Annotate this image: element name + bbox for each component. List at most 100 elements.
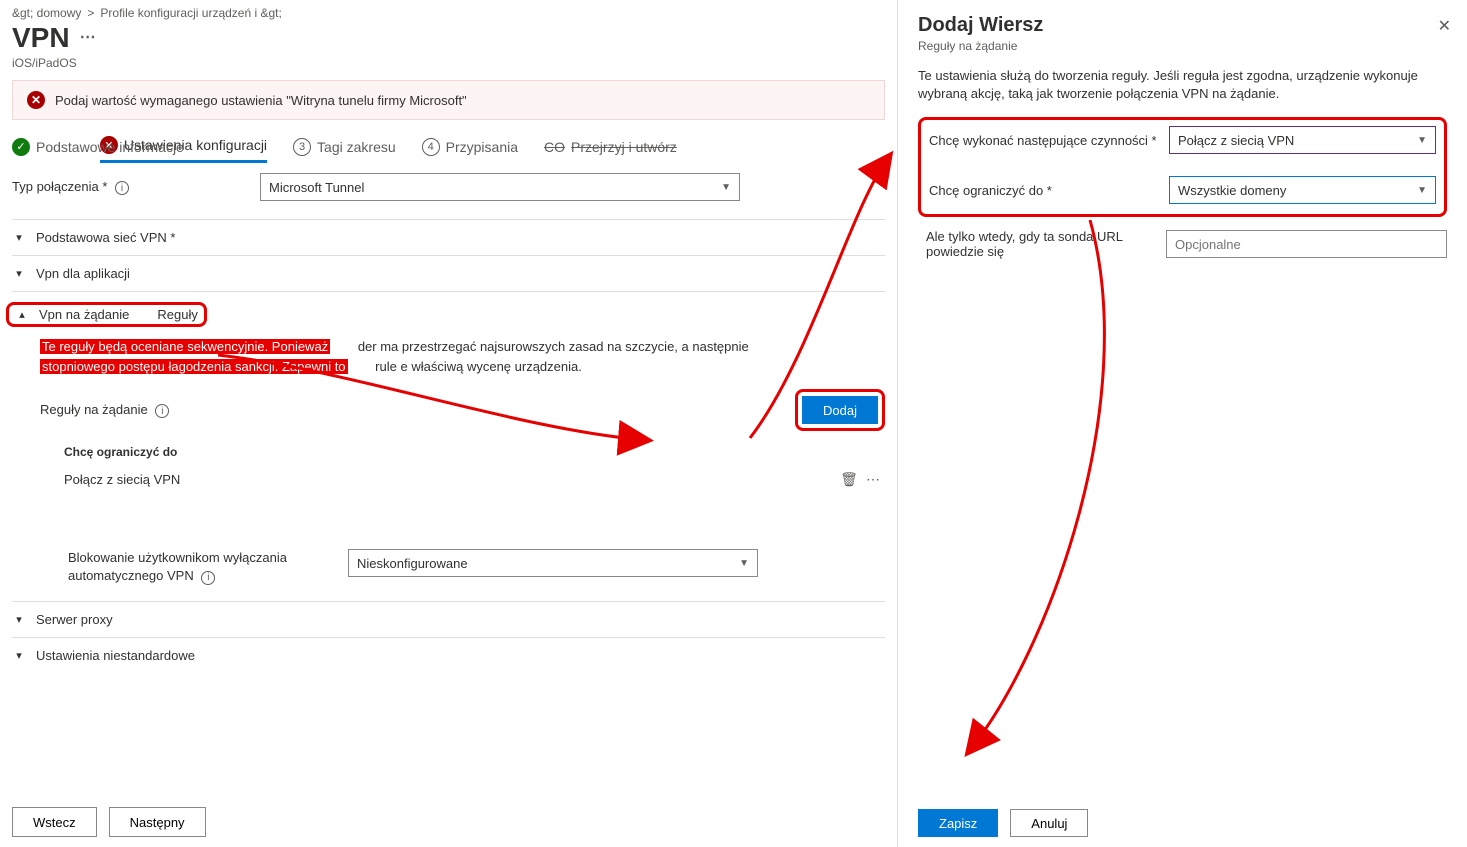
rule-row[interactable]: Połącz z siecią VPN 🗑 ⋯ <box>40 465 885 493</box>
block-auto-vpn-value: Nieskonfigurowane <box>357 556 468 571</box>
rule-column-header-text: Chcę ograniczyć do <box>64 445 177 459</box>
rule-list: Chcę ograniczyć do Połącz z siecią VPN 🗑… <box>40 439 885 493</box>
on-demand-desc-mid1: der ma <box>358 339 398 354</box>
main-panel: &gt; domowy > Profile konfiguracji urząd… <box>0 0 897 847</box>
rule-column-header: Chcę ograniczyć do <box>40 439 885 465</box>
step-4-label: Przypisania <box>446 139 518 155</box>
save-button[interactable]: Zapisz <box>918 809 998 837</box>
section-proxy: ▾ Serwer proxy <box>12 601 885 637</box>
on-demand-desc-hl1: Te reguły będą oceniane sekwencyjnie. Po… <box>40 339 330 354</box>
side-row-restrict: Chcę ograniczyć do * Wszystkie domeny ▼ <box>929 176 1436 204</box>
rule-row-actions: 🗑 ⋯ <box>841 471 881 487</box>
next-button[interactable]: Następny <box>109 807 206 837</box>
trash-icon[interactable]: 🗑 <box>841 471 857 487</box>
chevron-down-icon: ▾ <box>12 613 26 626</box>
side-row-action-select[interactable]: Połącz z siecią VPN ▼ <box>1169 126 1436 154</box>
section-base-vpn-label: Podstawowa sieć VPN * <box>36 230 175 245</box>
step-1-label: Podstawowe informacje <box>36 139 184 155</box>
on-demand-rules-row: Reguły na żądanie i Dodaj <box>40 389 885 431</box>
on-demand-rules-label-wrap: Reguły na żądanie i <box>40 402 169 419</box>
side-row-restrict-label: Chcę ograniczyć do * <box>929 183 1159 198</box>
section-on-demand-rules-label: Reguły <box>157 307 197 322</box>
chevron-down-icon: ▼ <box>721 182 731 193</box>
error-icon: ✕ <box>27 91 45 109</box>
side-row-url-label: Ale tylko wtedy, gdy ta sonda URL powied… <box>926 229 1156 259</box>
section-on-demand-label: Vpn na żądanie <box>39 307 129 322</box>
section-per-app-head[interactable]: ▾ Vpn dla aplikacji <box>12 266 885 281</box>
step-3-num: 3 <box>293 138 311 156</box>
section-base-vpn: ▾ Podstawowa sieć VPN * <box>12 219 885 255</box>
side-row-url-input[interactable] <box>1166 230 1447 258</box>
block-auto-vpn-label-text: Blokowanie użytkownikom wyłączania autom… <box>68 550 287 583</box>
chevron-down-icon: ▾ <box>12 649 26 662</box>
block-auto-vpn-row: Blokowanie użytkownikom wyłączania autom… <box>40 543 885 591</box>
on-demand-highlight: ▴ Vpn na żądanie Reguły <box>6 302 207 327</box>
side-row-action: Chcę wykonać następujące czynności * Poł… <box>929 126 1436 154</box>
step-4-num: 4 <box>422 138 440 156</box>
chevron-down-icon: ▾ <box>12 267 26 280</box>
side-panel: ✕ Dodaj Wiersz Reguły na żądanie Te usta… <box>897 0 1467 847</box>
step-3[interactable]: 3 Tagi zakresu <box>293 138 396 156</box>
wizard-steps: ✓ Podstawowe informacje ✕ Ustawienia kon… <box>12 136 885 157</box>
side-row-url: Ale tylko wtedy, gdy ta sonda URL powied… <box>918 229 1447 259</box>
chevron-down-icon: ▼ <box>739 558 749 569</box>
side-row-restrict-value: Wszystkie domeny <box>1178 183 1286 198</box>
step-4[interactable]: 4 Przypisania <box>422 138 518 156</box>
section-on-demand-head[interactable]: ▴ Vpn na żądanie Reguły <box>12 302 885 327</box>
on-demand-desc-p2: właściwą wycenę urządzenia. <box>411 359 582 374</box>
section-custom-head[interactable]: ▾ Ustawienia niestandardowe <box>12 648 885 663</box>
side-row-restrict-select[interactable]: Wszystkie domeny ▼ <box>1169 176 1436 204</box>
connection-type-row: Typ połączenia * i Microsoft Tunnel ▼ <box>12 173 885 201</box>
on-demand-desc-p1: przestrzegać najsurowszych zasad na szcz… <box>402 339 749 354</box>
cancel-button[interactable]: Anuluj <box>1010 809 1088 837</box>
breadcrumb-sep: > <box>87 6 94 20</box>
chevron-up-icon: ▴ <box>15 308 29 321</box>
on-demand-desc-mid2: rule e <box>375 359 408 374</box>
add-button-highlight: Dodaj <box>795 389 885 431</box>
section-per-app-label: Vpn dla aplikacji <box>36 266 130 281</box>
section-proxy-head[interactable]: ▾ Serwer proxy <box>12 612 885 627</box>
breadcrumb-profiles[interactable]: Profile konfiguracji urządzeń i &gt; <box>100 6 281 20</box>
side-panel-desc: Te ustawienia służą do tworzenia reguły.… <box>918 67 1447 103</box>
side-panel-subtitle: Reguły na żądanie <box>918 39 1447 53</box>
on-demand-rules-label: Reguły na żądanie <box>40 402 148 417</box>
connection-type-label-text: Typ połączenia * <box>12 179 107 194</box>
more-icon[interactable]: ⋯ <box>80 30 96 46</box>
section-per-app: ▾ Vpn dla aplikacji <box>12 255 885 291</box>
on-demand-desc: Te reguły będą oceniane sekwencyjnie. Po… <box>40 337 885 377</box>
step-5[interactable]: CO Przejrzyj i utwórz <box>544 139 677 155</box>
connection-type-value: Microsoft Tunnel <box>269 180 364 195</box>
section-proxy-label: Serwer proxy <box>36 612 113 627</box>
step-5-pre: CO <box>544 139 565 155</box>
step-5-label: Przejrzyj i utwórz <box>571 139 677 155</box>
info-icon[interactable]: i <box>115 181 129 195</box>
side-row-action-label: Chcę wykonać następujące czynności * <box>929 133 1159 148</box>
chevron-down-icon: ▼ <box>1417 185 1427 196</box>
connection-type-select[interactable]: Microsoft Tunnel ▼ <box>260 173 740 201</box>
add-rule-button[interactable]: Dodaj <box>802 396 878 424</box>
footer-main: Wstecz Następny <box>12 807 206 837</box>
breadcrumb: &gt; domowy > Profile konfiguracji urząd… <box>12 6 885 20</box>
info-icon[interactable]: i <box>155 404 169 418</box>
rule-row-text: Połącz z siecią VPN <box>64 472 180 487</box>
page-title-text: VPN <box>12 22 70 54</box>
breadcrumb-home[interactable]: &gt; domowy <box>12 6 81 20</box>
block-auto-vpn-select[interactable]: Nieskonfigurowane ▼ <box>348 549 758 577</box>
check-icon: ✓ <box>12 138 30 156</box>
side-group-highlight: Chcę wykonać następujące czynności * Poł… <box>918 117 1447 217</box>
connection-type-label: Typ połączenia * i <box>12 179 252 196</box>
error-text: Podaj wartość wymaganego ustawienia "Wit… <box>55 93 467 108</box>
more-icon[interactable]: ⋯ <box>865 471 881 487</box>
section-base-vpn-head[interactable]: ▾ Podstawowa sieć VPN * <box>12 230 885 245</box>
info-icon[interactable]: i <box>201 571 215 585</box>
back-button[interactable]: Wstecz <box>12 807 97 837</box>
side-row-action-value: Połącz z siecią VPN <box>1178 133 1294 148</box>
section-custom-label: Ustawienia niestandardowe <box>36 648 195 663</box>
page-title: VPN ⋯ <box>12 22 885 54</box>
close-icon[interactable]: ✕ <box>1438 16 1451 36</box>
step-1[interactable]: ✓ Podstawowe informacje <box>12 138 184 156</box>
step-3-label: Tagi zakresu <box>317 139 396 155</box>
chevron-down-icon: ▾ <box>12 231 26 244</box>
block-auto-vpn-label: Blokowanie użytkownikom wyłączania autom… <box>68 549 338 585</box>
footer-side: Zapisz Anuluj <box>918 809 1088 837</box>
